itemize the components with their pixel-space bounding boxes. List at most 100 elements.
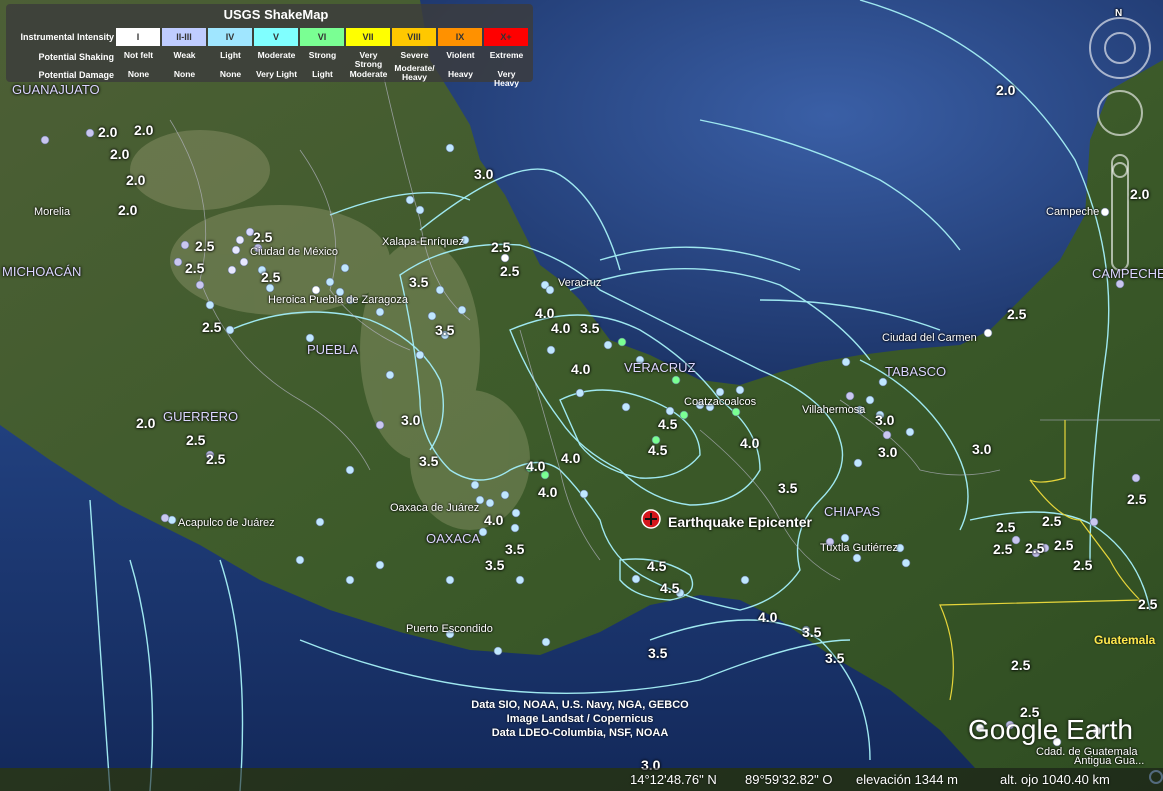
station-dot[interactable] bbox=[545, 285, 555, 295]
station-dot[interactable] bbox=[882, 430, 892, 440]
contour-label: 3.5 bbox=[419, 453, 439, 469]
region-label: OAXACA bbox=[426, 531, 481, 546]
station-dot[interactable] bbox=[1100, 207, 1110, 217]
station-dot[interactable] bbox=[511, 508, 521, 518]
legend-shaking-cell: Severe bbox=[400, 50, 429, 60]
map-canvas[interactable] bbox=[0, 0, 1163, 791]
station-dot[interactable] bbox=[445, 143, 455, 153]
station-dot[interactable] bbox=[239, 257, 249, 267]
station-dot[interactable] bbox=[405, 195, 415, 205]
station-dot[interactable] bbox=[295, 555, 305, 565]
station-dot[interactable] bbox=[510, 523, 520, 533]
station-dot[interactable] bbox=[715, 387, 725, 397]
station-dot[interactable] bbox=[205, 300, 215, 310]
legend-intensity-swatch: I bbox=[116, 28, 160, 46]
station-dot[interactable] bbox=[457, 305, 467, 315]
station-dot[interactable] bbox=[375, 307, 385, 317]
station-dot[interactable] bbox=[740, 575, 750, 585]
station-dot[interactable] bbox=[603, 340, 613, 350]
station-dot[interactable] bbox=[315, 517, 325, 527]
station-dot[interactable] bbox=[325, 277, 335, 287]
legend-damage-cell: None bbox=[127, 69, 150, 79]
station-dot[interactable] bbox=[1011, 535, 1021, 545]
station-dot[interactable] bbox=[1089, 517, 1099, 527]
station-dot[interactable] bbox=[415, 205, 425, 215]
legend-shaking-cell: Not felt bbox=[123, 50, 154, 60]
contour-label: 2.5 bbox=[996, 519, 1016, 535]
station-dot[interactable] bbox=[478, 527, 488, 537]
station-dot[interactable] bbox=[427, 311, 437, 321]
station-dot[interactable] bbox=[1131, 473, 1141, 483]
station-dot[interactable] bbox=[679, 410, 689, 420]
station-dot[interactable] bbox=[500, 253, 510, 263]
contour-label: 3.5 bbox=[648, 645, 668, 661]
station-dot[interactable] bbox=[1115, 279, 1125, 289]
station-dot[interactable] bbox=[579, 489, 589, 499]
station-dot[interactable] bbox=[225, 325, 235, 335]
station-dot[interactable] bbox=[878, 377, 888, 387]
station-dot[interactable] bbox=[546, 345, 556, 355]
station-dot[interactable] bbox=[541, 637, 551, 647]
station-dot[interactable] bbox=[311, 285, 321, 295]
contour-label: 2.0 bbox=[134, 122, 154, 138]
station-dot[interactable] bbox=[865, 395, 875, 405]
contour-label: 2.5 bbox=[195, 238, 215, 254]
contour-label: 2.0 bbox=[1130, 186, 1150, 202]
station-dot[interactable] bbox=[853, 458, 863, 468]
region-label: PUEBLA bbox=[307, 342, 359, 357]
contour-label: 2.0 bbox=[136, 415, 156, 431]
station-dot[interactable] bbox=[435, 285, 445, 295]
station-dot[interactable] bbox=[340, 263, 350, 273]
station-dot[interactable] bbox=[901, 558, 911, 568]
station-dot[interactable] bbox=[345, 465, 355, 475]
station-dot[interactable] bbox=[375, 420, 385, 430]
station-dot[interactable] bbox=[500, 490, 510, 500]
station-dot[interactable] bbox=[470, 480, 480, 490]
station-dot[interactable] bbox=[160, 513, 170, 523]
station-dot[interactable] bbox=[671, 375, 681, 385]
station-dot[interactable] bbox=[375, 560, 385, 570]
station-dot[interactable] bbox=[841, 357, 851, 367]
contour-label: 2.5 bbox=[206, 451, 226, 467]
station-dot[interactable] bbox=[852, 553, 862, 563]
station-dot[interactable] bbox=[231, 245, 241, 255]
station-dot[interactable] bbox=[345, 575, 355, 585]
station-dot[interactable] bbox=[235, 235, 245, 245]
epicenter-marker[interactable] bbox=[641, 509, 661, 529]
station-dot[interactable] bbox=[840, 533, 850, 543]
station-dot[interactable] bbox=[631, 574, 641, 584]
station-dot[interactable] bbox=[195, 280, 205, 290]
attribution-line: Data LDEO-Columbia, NSF, NOAA bbox=[491, 727, 669, 739]
contour-label: 2.5 bbox=[993, 541, 1013, 557]
contour-label: 3.5 bbox=[802, 624, 822, 640]
station-dot[interactable] bbox=[621, 402, 631, 412]
station-dot[interactable] bbox=[905, 427, 915, 437]
place-label: Xalapa-Enríquez bbox=[382, 236, 464, 248]
station-dot[interactable] bbox=[173, 257, 183, 267]
contour-label: 2.5 bbox=[1073, 557, 1093, 573]
station-dot[interactable] bbox=[265, 283, 275, 293]
station-dot[interactable] bbox=[575, 388, 585, 398]
station-dot[interactable] bbox=[305, 333, 315, 343]
contour-label: 4.0 bbox=[526, 458, 546, 474]
station-dot[interactable] bbox=[735, 385, 745, 395]
station-dot[interactable] bbox=[485, 498, 495, 508]
station-dot[interactable] bbox=[85, 128, 95, 138]
station-dot[interactable] bbox=[40, 135, 50, 145]
contour-label: 2.5 bbox=[185, 260, 205, 276]
station-dot[interactable] bbox=[617, 337, 627, 347]
station-dot[interactable] bbox=[731, 407, 741, 417]
station-dot[interactable] bbox=[493, 646, 503, 656]
contour-label: 2.5 bbox=[1127, 491, 1147, 507]
station-dot[interactable] bbox=[385, 370, 395, 380]
station-dot[interactable] bbox=[983, 328, 993, 338]
station-dot[interactable] bbox=[227, 265, 237, 275]
station-dot[interactable] bbox=[415, 350, 425, 360]
station-dot[interactable] bbox=[665, 406, 675, 416]
station-dot[interactable] bbox=[445, 575, 455, 585]
station-dot[interactable] bbox=[515, 575, 525, 585]
station-dot[interactable] bbox=[180, 240, 190, 250]
region-label: VERACRUZ bbox=[624, 360, 696, 375]
station-dot[interactable] bbox=[845, 391, 855, 401]
contour-label: 2.0 bbox=[996, 82, 1016, 98]
